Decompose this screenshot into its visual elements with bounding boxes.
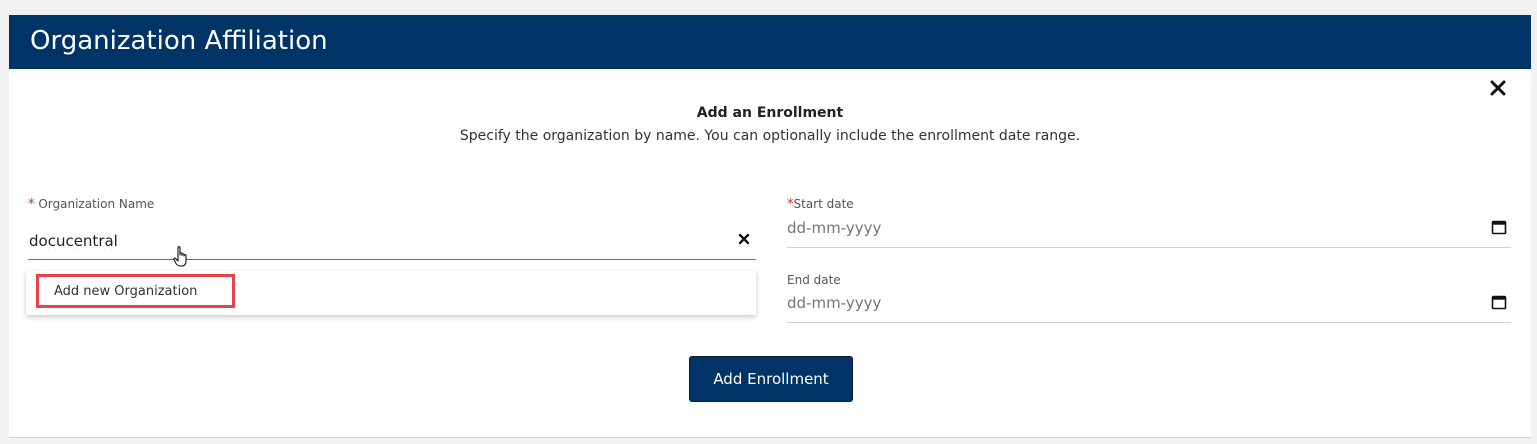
organization-name-label-text: Organization Name [38,197,155,211]
organization-affiliation-panel: Organization Affiliation Add an Enrollme… [9,15,1531,438]
end-date-underline [787,322,1511,323]
add-new-organization-option[interactable]: Add new Organization [36,274,235,308]
close-icon [1490,80,1506,96]
enrollment-heading: Add an Enrollment [696,105,844,121]
required-indicator: * [28,197,35,212]
end-date-input[interactable] [787,291,1477,315]
panel-header: Organization Affiliation [9,15,1531,69]
clear-icon [738,233,750,245]
calendar-icon[interactable] [1491,294,1507,310]
organization-input-underline [28,259,756,260]
organization-name-label: * Organization Name [28,197,154,212]
hand-cursor-icon [173,246,187,267]
start-date-underline [787,247,1511,248]
start-date-input[interactable] [787,216,1477,240]
organization-name-input[interactable] [29,229,735,253]
calendar-icon[interactable] [1491,219,1507,235]
end-date-label: End date [787,273,841,287]
organization-suggestions-dropdown: Add new Organization [26,271,756,315]
page-title: Organization Affiliation [30,26,328,56]
close-button[interactable] [1487,77,1509,99]
clear-organization-button[interactable] [735,230,753,248]
start-date-label-text: Start date [793,197,854,211]
enrollment-description: Specify the organization by name. You ca… [459,128,1081,144]
add-enrollment-button[interactable]: Add Enrollment [689,356,853,402]
start-date-label: *Start date [787,197,854,212]
